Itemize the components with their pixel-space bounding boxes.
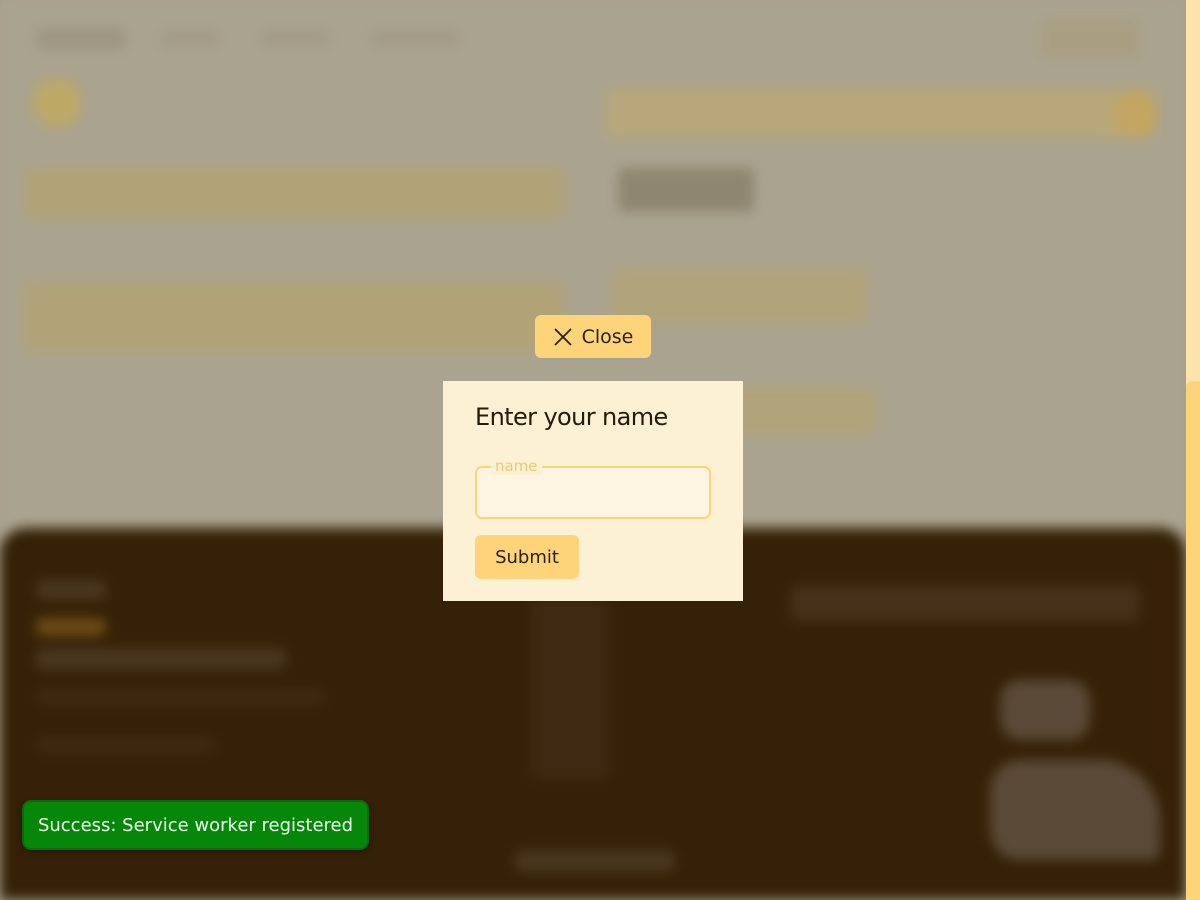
page: Close Enter your name name Submit Succes… xyxy=(0,0,1200,900)
background-nav-placeholder xyxy=(36,28,126,50)
background-footer-text xyxy=(36,580,106,600)
background-illustration xyxy=(1000,680,1090,740)
background-button-placeholder xyxy=(1040,18,1140,60)
name-dialog: Enter your name name Submit xyxy=(443,381,743,601)
background-footer-text xyxy=(36,618,106,636)
background-footer-text xyxy=(36,648,286,670)
background-nav-placeholder xyxy=(260,30,330,48)
name-input[interactable] xyxy=(477,468,709,517)
name-field[interactable]: name xyxy=(475,457,711,519)
background-avatar-placeholder xyxy=(32,78,82,128)
scrollbar[interactable] xyxy=(1186,0,1200,900)
background-card-placeholder xyxy=(720,388,876,434)
close-icon xyxy=(553,327,573,347)
background-footer-text xyxy=(790,585,1140,621)
close-button[interactable]: Close xyxy=(535,315,651,358)
background-field-placeholder xyxy=(24,282,564,352)
background-card-placeholder xyxy=(612,270,868,322)
dialog-title: Enter your name xyxy=(475,403,668,431)
background-footer-text xyxy=(36,738,216,752)
background-footer-text xyxy=(36,690,326,704)
background-footer-text xyxy=(530,600,610,780)
success-toast: Success: Service worker registered xyxy=(22,800,369,850)
background-nav-placeholder xyxy=(160,30,220,48)
background-footer-text xyxy=(515,850,675,872)
background-nav-placeholder xyxy=(370,30,460,48)
close-button-label: Close xyxy=(581,325,634,348)
background-field-placeholder xyxy=(24,168,564,218)
background-heading-placeholder xyxy=(618,168,754,212)
background-illustration xyxy=(990,760,1160,860)
scrollbar-thumb[interactable] xyxy=(1186,381,1200,900)
background-search-icon-placeholder xyxy=(1112,92,1158,138)
toast-message: Success: Service worker registered xyxy=(37,814,354,836)
background-search-placeholder xyxy=(606,88,1156,138)
submit-button[interactable]: Submit xyxy=(475,535,579,579)
